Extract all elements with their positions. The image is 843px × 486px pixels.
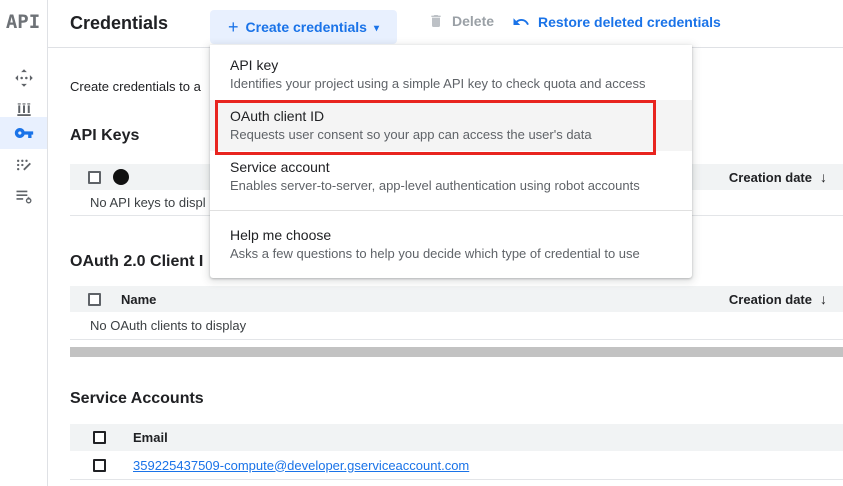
service-accounts-table-header: Email [70, 424, 843, 451]
creation-date-label: Creation date [729, 292, 812, 307]
email-column-header: Email [133, 430, 168, 445]
creation-date-sort-header[interactable]: Creation date ↓ [729, 169, 827, 185]
sidebar-item-oauth-consent[interactable] [0, 150, 47, 180]
horizontal-scrollbar[interactable] [70, 347, 843, 357]
plus-icon: + [228, 20, 239, 34]
menu-item-service-account[interactable]: Service account Enables server-to-server… [210, 151, 692, 202]
menu-divider [210, 210, 692, 211]
service-account-row: 359225437509-compute@developer.gservicea… [70, 451, 843, 480]
sort-descending-icon: ↓ [820, 291, 827, 307]
create-credentials-label: Create credentials [246, 19, 367, 35]
api-keys-empty-text: No API keys to displ [90, 195, 206, 210]
intro-text: Create credentials to a [70, 79, 201, 94]
credentials-page: API [0, 0, 843, 486]
sidebar-item-credentials[interactable] [0, 117, 47, 149]
api-keys-heading: API Keys [70, 127, 139, 145]
delete-button[interactable]: Delete [428, 13, 494, 29]
page-title: Credentials [70, 13, 168, 34]
name-column-header: Name [121, 292, 156, 307]
oauth-clients-empty-text: No OAuth clients to display [90, 318, 246, 333]
menu-item-description: Identifies your project using a simple A… [230, 75, 672, 93]
menu-item-title: OAuth client ID [230, 107, 672, 125]
black-dot-indicator [113, 169, 129, 185]
create-credentials-button[interactable]: + Create credentials ▾ [210, 10, 397, 44]
restore-deleted-credentials-button[interactable]: Restore deleted credentials [512, 13, 721, 31]
menu-item-title: Service account [230, 158, 672, 176]
oauth-clients-heading: OAuth 2.0 Client I [70, 253, 203, 271]
menu-item-description: Requests user consent so your app can ac… [230, 126, 672, 144]
dashboard-icon [14, 68, 34, 88]
row-checkbox[interactable] [93, 459, 106, 472]
chevron-down-icon: ▾ [374, 23, 379, 34]
sidebar: API [0, 0, 48, 486]
select-all-checkbox[interactable] [88, 171, 101, 184]
select-all-checkbox[interactable] [88, 293, 101, 306]
oauth-consent-icon [14, 155, 34, 175]
credentials-key-icon [14, 123, 34, 143]
service-accounts-heading: Service Accounts [70, 390, 204, 408]
create-credentials-menu: API key Identifies your project using a … [210, 45, 692, 278]
menu-item-description: Enables server-to-server, app-level auth… [230, 177, 672, 195]
menu-item-title: Help me choose [230, 226, 672, 244]
restore-icon [512, 13, 530, 31]
delete-label: Delete [452, 13, 494, 29]
restore-label: Restore deleted credentials [538, 14, 721, 30]
sort-descending-icon: ↓ [820, 169, 827, 185]
menu-item-title: API key [230, 56, 672, 74]
menu-item-help-me-choose[interactable]: Help me choose Asks a few questions to h… [210, 219, 692, 270]
sidebar-item-usage-agreements[interactable] [0, 181, 47, 211]
select-all-checkbox[interactable] [93, 431, 106, 444]
menu-item-description: Asks a few questions to help you decide … [230, 245, 672, 263]
service-account-email-link[interactable]: 359225437509-compute@developer.gservicea… [133, 458, 469, 473]
sidebar-item-enabled-apis[interactable] [0, 63, 47, 93]
creation-date-label: Creation date [729, 170, 812, 185]
menu-item-oauth-client-id[interactable]: OAuth client ID Requests user consent so… [210, 100, 692, 151]
creation-date-sort-header[interactable]: Creation date ↓ [729, 291, 827, 307]
menu-item-api-key[interactable]: API key Identifies your project using a … [210, 49, 692, 100]
toolbar: Credentials + Create credentials ▾ Delet… [0, 0, 843, 48]
usage-agreements-icon [14, 186, 34, 206]
api-logo: API [0, 11, 46, 33]
oauth-clients-table-header: Name Creation date ↓ [70, 286, 843, 312]
trash-icon [428, 13, 444, 29]
oauth-clients-empty-row: No OAuth clients to display [70, 312, 843, 340]
